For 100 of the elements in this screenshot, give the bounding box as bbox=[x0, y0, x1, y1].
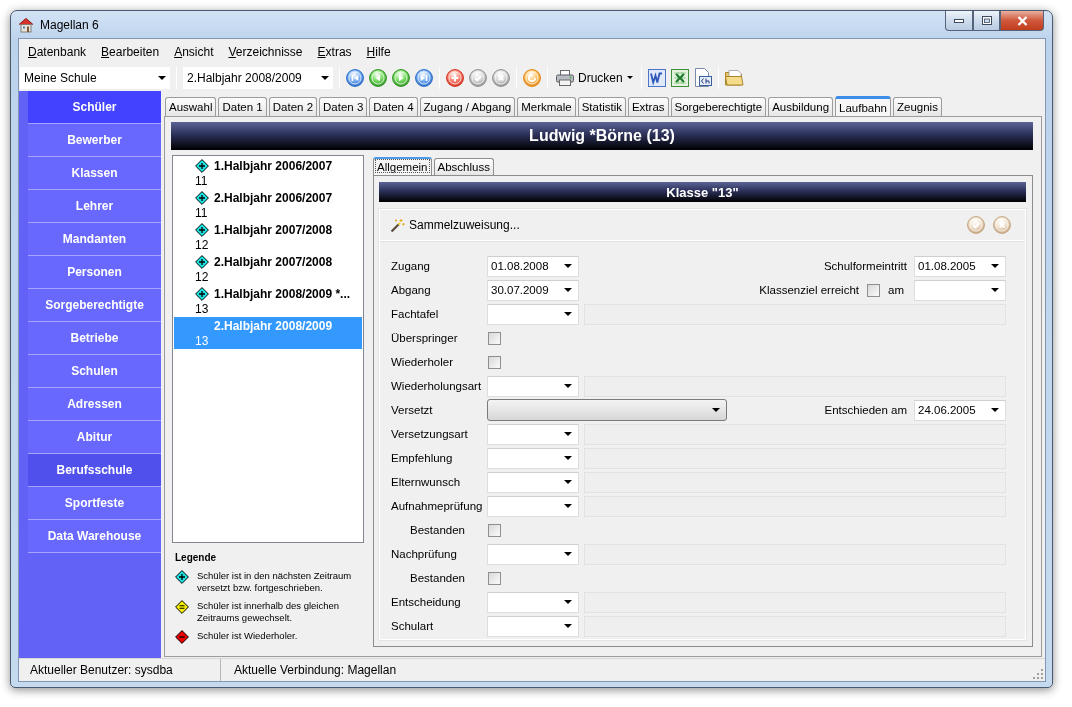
sidebar-item[interactable]: Lehrer bbox=[28, 190, 161, 223]
period-title: 2.Halbjahr 2007/2008 bbox=[214, 255, 333, 269]
checkbox[interactable] bbox=[867, 283, 880, 297]
maximize-button[interactable] bbox=[973, 11, 1000, 31]
sidebar-item[interactable]: Abitur bbox=[28, 421, 161, 454]
period-item[interactable]: 1.Halbjahr 2007/2008 12 bbox=[174, 221, 362, 253]
checkbox[interactable] bbox=[488, 355, 501, 369]
checkbox[interactable] bbox=[488, 571, 501, 585]
period-item[interactable]: 2.Halbjahr 2006/2007 11 bbox=[174, 189, 362, 221]
print-button[interactable]: Drucken bbox=[554, 66, 635, 89]
field-label: Empfehlung bbox=[391, 452, 453, 464]
period-item[interactable]: 1.Halbjahr 2008/2009 *... 13 bbox=[174, 285, 362, 317]
field-label: Zugang bbox=[391, 260, 430, 272]
sidebar-item[interactable]: Betriebe bbox=[28, 322, 161, 355]
field-label: Klassenziel erreicht bbox=[759, 284, 859, 296]
text-document-icon[interactable] bbox=[647, 68, 666, 87]
sidebar-item[interactable]: Schüler bbox=[28, 91, 161, 124]
dropdown[interactable]: 30.07.2009 bbox=[487, 279, 579, 301]
sidebar-item[interactable]: Klassen bbox=[28, 157, 161, 190]
period-title: 2.Halbjahr 2008/2009 bbox=[214, 319, 333, 333]
dropdown[interactable]: 01.08.2008 bbox=[487, 255, 579, 277]
field-label: Nachprüfung bbox=[391, 548, 457, 560]
tab[interactable]: Merkmale bbox=[517, 97, 576, 116]
sidebar-item[interactable]: Mandanten bbox=[28, 223, 161, 256]
tab[interactable]: Daten 2 bbox=[268, 97, 318, 116]
folder-icon[interactable] bbox=[724, 69, 744, 86]
caret-icon bbox=[991, 288, 999, 292]
tab[interactable]: Abschluss bbox=[433, 158, 494, 175]
code-document-icon[interactable] bbox=[693, 68, 712, 87]
caret-icon bbox=[564, 480, 572, 484]
tab[interactable]: Ausbildung bbox=[768, 97, 834, 116]
tab[interactable]: Laufbahn bbox=[835, 96, 891, 116]
minimize-button[interactable] bbox=[945, 11, 973, 31]
caret-icon bbox=[564, 600, 572, 604]
menu-item[interactable]: Extras bbox=[317, 44, 352, 59]
house-icon bbox=[18, 16, 34, 33]
tab[interactable]: Daten 1 bbox=[218, 97, 267, 116]
next-icon[interactable] bbox=[392, 68, 410, 87]
checkbox[interactable] bbox=[488, 523, 501, 537]
period-title: 1.Halbjahr 2007/2008 bbox=[214, 223, 333, 237]
period-title: 1.Halbjahr 2008/2009 *... bbox=[214, 287, 351, 301]
field-label: Elternwunsch bbox=[391, 476, 461, 488]
sidebar-item[interactable]: Bewerber bbox=[28, 124, 161, 157]
dropdown[interactable] bbox=[487, 399, 727, 421]
tab[interactable]: Allgemein bbox=[373, 157, 432, 175]
field-label: Wiederholungsart bbox=[391, 380, 482, 392]
plus-diamond-icon bbox=[195, 223, 209, 237]
tab[interactable]: Zeugnis bbox=[893, 97, 942, 116]
menu-item[interactable]: Datenbank bbox=[28, 44, 87, 59]
menu-item[interactable]: Bearbeiten bbox=[101, 44, 160, 59]
plus-diamond-icon bbox=[195, 159, 209, 173]
printer-icon bbox=[556, 69, 574, 86]
close-button[interactable] bbox=[1000, 11, 1044, 31]
class-header: Klasse "13" bbox=[379, 182, 1026, 202]
sidebar-item[interactable]: Personen bbox=[28, 256, 161, 289]
tab[interactable]: Daten 3 bbox=[319, 97, 368, 116]
assign-button[interactable]: Sammelzuweisung... bbox=[390, 217, 520, 233]
sidebar-item[interactable]: Data Warehouse bbox=[28, 520, 161, 553]
sidebar-item[interactable]: Schulen bbox=[28, 355, 161, 388]
menu-item[interactable]: Verzeichnisse bbox=[228, 44, 303, 59]
caret-icon bbox=[321, 75, 329, 80]
field-label: Wiederholer bbox=[391, 356, 453, 368]
period-item[interactable]: 1.Halbjahr 2006/2007 11 bbox=[174, 157, 362, 189]
field-label: Entschieden am bbox=[824, 404, 907, 416]
checkbox[interactable] bbox=[488, 331, 501, 345]
caret-icon bbox=[564, 552, 572, 556]
sidebar-item[interactable]: Sorgeberechtigte bbox=[28, 289, 161, 322]
dropdown[interactable]: 24.06.2005 bbox=[914, 399, 1006, 421]
sidebar-item[interactable]: Berufsschule bbox=[28, 454, 161, 487]
skip-back-icon[interactable] bbox=[346, 68, 364, 87]
add-icon[interactable] bbox=[446, 68, 464, 87]
tab[interactable]: Daten 4 bbox=[369, 97, 418, 116]
dropdown[interactable]: 01.08.2005 bbox=[914, 255, 1006, 277]
caret-icon bbox=[564, 384, 572, 388]
field-label: Fachtafel bbox=[391, 308, 439, 320]
field-label: Schulformeintritt bbox=[823, 260, 907, 272]
circle-arrow-icon[interactable] bbox=[523, 68, 541, 87]
legend-text: Schüler ist Wiederholer. bbox=[197, 630, 299, 642]
previous-icon[interactable] bbox=[369, 68, 387, 87]
sidebar-item[interactable]: Adressen bbox=[28, 388, 161, 421]
tab[interactable]: Zugang / Abgang bbox=[419, 97, 516, 116]
menu-item[interactable]: Ansicht bbox=[174, 44, 214, 59]
field-label: Überspringer bbox=[391, 332, 458, 344]
caret-icon bbox=[564, 264, 572, 268]
spreadsheet-icon[interactable] bbox=[670, 68, 689, 87]
tab[interactable]: Auswahl bbox=[165, 97, 217, 116]
field-label: Versetzt bbox=[391, 404, 433, 416]
skip-forward-icon[interactable] bbox=[415, 68, 433, 87]
tab[interactable]: Statistik bbox=[577, 97, 626, 116]
magic-wand-icon bbox=[390, 217, 405, 233]
period-item[interactable]: 2.Halbjahr 2007/2008 12 bbox=[174, 253, 362, 285]
tab[interactable]: Sorgeberechtigte bbox=[670, 97, 767, 116]
minimize-icon bbox=[954, 18, 964, 23]
plus-diamond-icon bbox=[195, 255, 209, 269]
menu-item[interactable]: Hilfe bbox=[366, 44, 391, 59]
sidebar-item[interactable]: Sportfeste bbox=[28, 487, 161, 520]
class-number: 13 bbox=[195, 302, 209, 316]
period-dropdown[interactable]: 2.Halbjahr 2008/2009 bbox=[183, 66, 333, 89]
tab[interactable]: Extras bbox=[627, 97, 669, 116]
school-dropdown[interactable]: Meine Schule bbox=[20, 66, 170, 89]
